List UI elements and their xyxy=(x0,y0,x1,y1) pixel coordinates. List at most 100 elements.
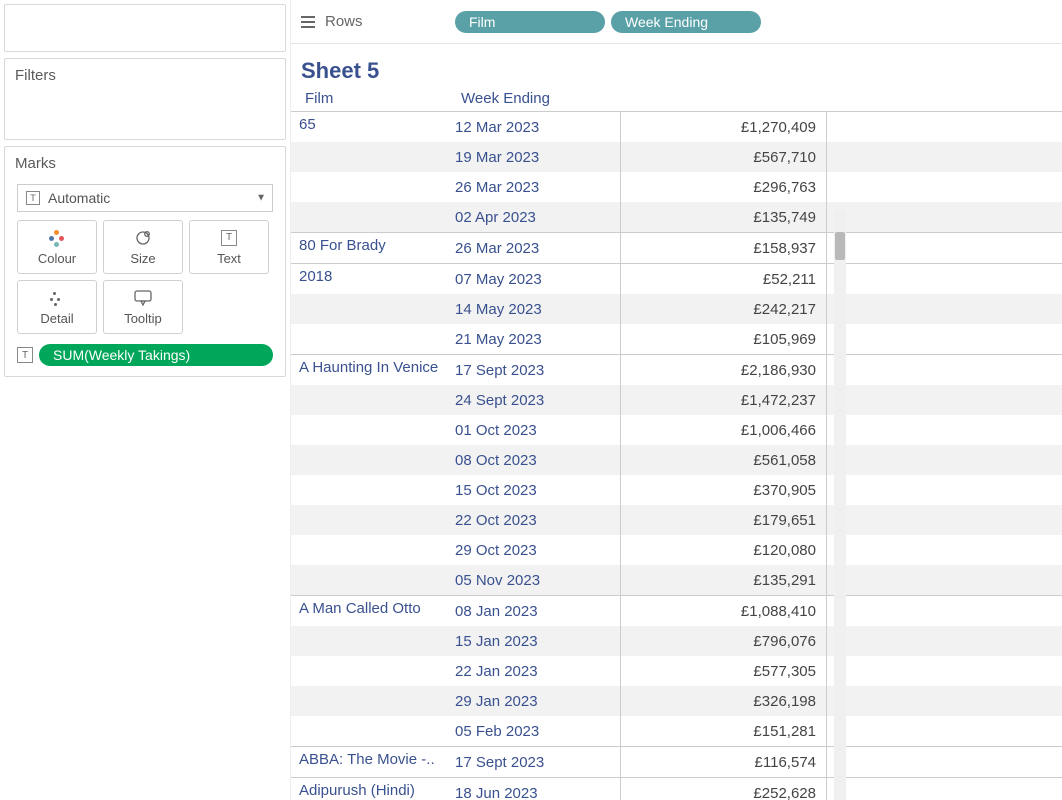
cell-date[interactable]: 05 Feb 2023 xyxy=(447,716,621,746)
cell-film[interactable] xyxy=(291,626,447,630)
text-button[interactable]: T Text xyxy=(189,220,269,274)
cell-date[interactable]: 29 Oct 2023 xyxy=(447,535,621,565)
table-row[interactable]: 80 For Brady26 Mar 2023£158,937 xyxy=(291,233,1062,263)
cell-value[interactable]: £1,006,466 xyxy=(621,415,827,445)
cell-date[interactable]: 17 Sept 2023 xyxy=(447,747,621,777)
cell-film[interactable] xyxy=(291,656,447,660)
sheet-title[interactable]: Sheet 5 xyxy=(291,44,1062,88)
rows-pill-week[interactable]: Week Ending xyxy=(611,11,761,33)
cell-date[interactable]: 12 Mar 2023 xyxy=(447,112,621,142)
cell-film[interactable] xyxy=(291,445,447,449)
cell-value[interactable]: £326,198 xyxy=(621,686,827,716)
cell-film[interactable] xyxy=(291,202,447,206)
table-row[interactable]: 26 Mar 2023£296,763 xyxy=(291,172,1062,202)
table-row[interactable]: Adipurush (Hindi)18 Jun 2023£252,628 xyxy=(291,778,1062,800)
header-week[interactable]: Week Ending xyxy=(461,90,635,107)
table-row[interactable]: 15 Oct 2023£370,905 xyxy=(291,475,1062,505)
table-row[interactable]: 29 Jan 2023£326,198 xyxy=(291,686,1062,716)
cell-value[interactable]: £561,058 xyxy=(621,445,827,475)
cell-date[interactable]: 26 Mar 2023 xyxy=(447,172,621,202)
table-row[interactable]: 15 Jan 2023£796,076 xyxy=(291,626,1062,656)
cell-film[interactable] xyxy=(291,415,447,419)
cell-date[interactable]: 18 Jun 2023 xyxy=(447,778,621,800)
table-row[interactable]: 201807 May 2023£52,211 xyxy=(291,264,1062,294)
table-row[interactable]: 02 Apr 2023£135,749 xyxy=(291,202,1062,232)
marks-pill-sum[interactable]: SUM(Weekly Takings) xyxy=(39,344,273,366)
cell-value[interactable]: £296,763 xyxy=(621,172,827,202)
cell-film[interactable] xyxy=(291,535,447,539)
cell-film[interactable] xyxy=(291,172,447,176)
table-row[interactable]: 05 Feb 2023£151,281 xyxy=(291,716,1062,746)
cell-date[interactable]: 08 Jan 2023 xyxy=(447,596,621,626)
cell-film[interactable] xyxy=(291,565,447,569)
cell-date[interactable]: 21 May 2023 xyxy=(447,324,621,354)
size-button[interactable]: Size xyxy=(103,220,183,274)
cell-value[interactable]: £151,281 xyxy=(621,716,827,746)
cell-value[interactable]: £577,305 xyxy=(621,656,827,686)
cell-date[interactable]: 07 May 2023 xyxy=(447,264,621,294)
cell-film[interactable]: ABBA: The Movie -.. xyxy=(291,747,447,770)
cell-film[interactable]: 65 xyxy=(291,112,447,135)
table-row[interactable]: 24 Sept 2023£1,472,237 xyxy=(291,385,1062,415)
cell-value[interactable]: £116,574 xyxy=(621,747,827,777)
table-row[interactable]: ABBA: The Movie -..17 Sept 2023£116,574 xyxy=(291,747,1062,777)
cell-date[interactable]: 24 Sept 2023 xyxy=(447,385,621,415)
cell-film[interactable]: Adipurush (Hindi) xyxy=(291,778,447,800)
cell-date[interactable]: 19 Mar 2023 xyxy=(447,142,621,172)
cell-value[interactable]: £1,472,237 xyxy=(621,385,827,415)
cell-film[interactable]: 2018 xyxy=(291,264,447,287)
tooltip-button[interactable]: Tooltip xyxy=(103,280,183,334)
cell-film[interactable] xyxy=(291,385,447,389)
cell-date[interactable]: 22 Jan 2023 xyxy=(447,656,621,686)
cell-date[interactable]: 14 May 2023 xyxy=(447,294,621,324)
cell-date[interactable]: 22 Oct 2023 xyxy=(447,505,621,535)
cell-film[interactable]: A Haunting In Venice xyxy=(291,355,447,378)
cell-value[interactable]: £1,270,409 xyxy=(621,112,827,142)
table-row[interactable]: A Haunting In Venice17 Sept 2023£2,186,9… xyxy=(291,355,1062,385)
cell-film[interactable] xyxy=(291,475,447,479)
cell-film[interactable] xyxy=(291,324,447,328)
cell-date[interactable]: 26 Mar 2023 xyxy=(447,233,621,263)
cell-value[interactable]: £158,937 xyxy=(621,233,827,263)
cell-date[interactable]: 15 Oct 2023 xyxy=(447,475,621,505)
cell-value[interactable]: £242,217 xyxy=(621,294,827,324)
table-row[interactable]: 22 Oct 2023£179,651 xyxy=(291,505,1062,535)
table-row[interactable]: 05 Nov 2023£135,291 xyxy=(291,565,1062,595)
table-row[interactable]: A Man Called Otto08 Jan 2023£1,088,410 xyxy=(291,596,1062,626)
scrollbar-thumb[interactable] xyxy=(835,232,845,260)
cell-date[interactable]: 02 Apr 2023 xyxy=(447,202,621,232)
table-row[interactable]: 01 Oct 2023£1,006,466 xyxy=(291,415,1062,445)
cell-value[interactable]: £370,905 xyxy=(621,475,827,505)
table-row[interactable]: 21 May 2023£105,969 xyxy=(291,324,1062,354)
cell-date[interactable]: 08 Oct 2023 xyxy=(447,445,621,475)
cell-value[interactable]: £179,651 xyxy=(621,505,827,535)
colour-button[interactable]: Colour xyxy=(17,220,97,274)
cell-date[interactable]: 15 Jan 2023 xyxy=(447,626,621,656)
marks-type-select[interactable]: T Automatic ▼ xyxy=(17,184,273,212)
table-row[interactable]: 08 Oct 2023£561,058 xyxy=(291,445,1062,475)
cell-film[interactable] xyxy=(291,294,447,298)
cell-film[interactable] xyxy=(291,505,447,509)
table-row[interactable]: 6512 Mar 2023£1,270,409 xyxy=(291,112,1062,142)
table-row[interactable]: 29 Oct 2023£120,080 xyxy=(291,535,1062,565)
cell-film[interactable] xyxy=(291,716,447,720)
cell-value[interactable]: £105,969 xyxy=(621,324,827,354)
rows-pill-film[interactable]: Film xyxy=(455,11,605,33)
cell-film[interactable]: 80 For Brady xyxy=(291,233,447,256)
cell-film[interactable]: A Man Called Otto xyxy=(291,596,447,619)
cell-date[interactable]: 05 Nov 2023 xyxy=(447,565,621,595)
cell-value[interactable]: £252,628 xyxy=(621,778,827,800)
cell-date[interactable]: 01 Oct 2023 xyxy=(447,415,621,445)
cell-value[interactable]: £120,080 xyxy=(621,535,827,565)
table-row[interactable]: 22 Jan 2023£577,305 xyxy=(291,656,1062,686)
cell-film[interactable] xyxy=(291,142,447,146)
cell-date[interactable]: 17 Sept 2023 xyxy=(447,355,621,385)
detail-button[interactable]: Detail xyxy=(17,280,97,334)
cell-value[interactable]: £135,749 xyxy=(621,202,827,232)
cell-value[interactable]: £567,710 xyxy=(621,142,827,172)
cell-value[interactable]: £52,211 xyxy=(621,264,827,294)
cell-date[interactable]: 29 Jan 2023 xyxy=(447,686,621,716)
header-film[interactable]: Film xyxy=(305,90,461,107)
cell-value[interactable]: £796,076 xyxy=(621,626,827,656)
table-row[interactable]: 19 Mar 2023£567,710 xyxy=(291,142,1062,172)
